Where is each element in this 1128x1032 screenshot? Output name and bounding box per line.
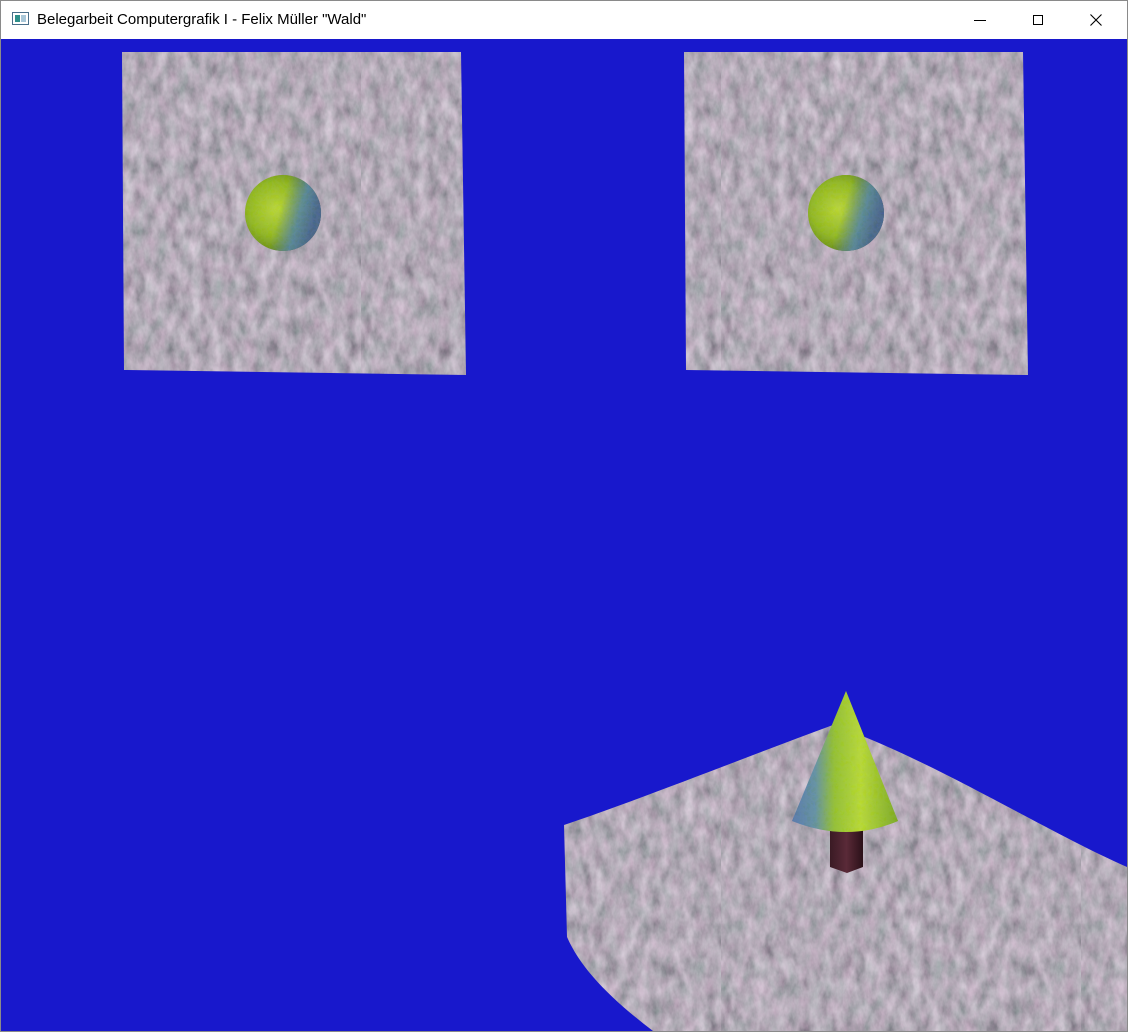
title-bar[interactable]: Belegarbeit Computergrafik I - Felix Mül… bbox=[1, 1, 1127, 39]
window-title: Belegarbeit Computergrafik I - Felix Mül… bbox=[37, 11, 367, 28]
app-window: Belegarbeit Computergrafik I - Felix Mül… bbox=[0, 0, 1128, 1032]
tree-crown-top-right bbox=[808, 175, 884, 251]
top-view-left bbox=[122, 52, 466, 375]
app-window-icon bbox=[12, 12, 29, 25]
maximize-icon bbox=[1033, 15, 1043, 25]
perspective-view bbox=[564, 691, 1127, 1031]
maximize-button[interactable] bbox=[1009, 1, 1067, 39]
minimize-button[interactable] bbox=[951, 1, 1009, 39]
close-icon bbox=[1090, 14, 1102, 26]
opengl-viewport[interactable] bbox=[1, 39, 1127, 1031]
scene-canvas bbox=[122, 52, 1127, 1031]
top-view-right bbox=[684, 52, 1028, 375]
minimize-icon bbox=[974, 19, 986, 21]
close-button[interactable] bbox=[1067, 1, 1125, 39]
tree-crown-top-left bbox=[245, 175, 321, 251]
tree-trunk bbox=[830, 829, 863, 873]
